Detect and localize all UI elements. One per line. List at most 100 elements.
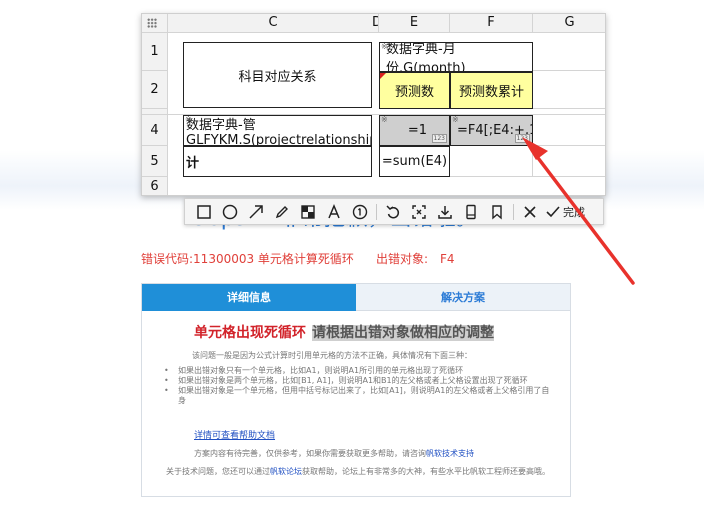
text-tool-button[interactable] — [321, 201, 347, 223]
cell-e1-text: 数据字典-月份.G(month) — [386, 42, 466, 72]
cause-list: 如果出错对象只有一个单元格，比如A1，则说明A1所引用的单元格出现了死循环 如果… — [164, 366, 554, 406]
list-item: 如果出错对象是一个单元格，但用中括号标记出来了，比如[A1]，则说明A1的左父格… — [164, 386, 554, 406]
row-header-6[interactable]: 6 — [142, 177, 168, 195]
confirm-button[interactable] — [543, 201, 563, 223]
close-icon — [524, 205, 536, 218]
forum-text-b: 获取帮助，论坛上有非常多的大神，有些水平比帆软工程师还要高哦。 — [302, 467, 550, 476]
row-6-cells[interactable] — [168, 177, 605, 195]
device-icon — [466, 204, 476, 219]
cell-f4[interactable]: ※ =F4[;E4:+,1] 123 — [450, 115, 533, 146]
ellipse-icon — [222, 204, 238, 219]
panel-intro: 该问题一般是因为公式计算时引用单元格的方法不正确，具体情况有下面三种： — [192, 351, 472, 360]
cancel-button[interactable] — [517, 201, 543, 223]
spreadsheet-snippet: C D E F G 1 2 4 5 6 科目对应关系 ※ 数据字典-月份.G(m… — [141, 13, 606, 196]
error-code: 错误代码:11300003 单元格计算死循环 — [141, 252, 354, 266]
column-header-d[interactable]: D — [372, 14, 379, 33]
cell-marker: ※ — [381, 42, 388, 51]
column-header-e[interactable]: E — [379, 14, 450, 33]
support-text: 方案内容有待完善，仅供参考，如果你需要获取更多帮助，请咨询 — [194, 449, 426, 458]
panel-tabs: 详细信息 解决方案 — [142, 284, 570, 311]
mosaic-tool-button[interactable] — [295, 201, 321, 223]
error-object-label: 出错对象: — [375, 252, 428, 266]
forum-link[interactable]: 帆软论坛 — [270, 467, 302, 476]
cell-g2[interactable] — [533, 71, 605, 109]
support-paragraph: 方案内容有待完善，仅供参考，如果你需要获取更多帮助，请咨询帆软技术支持 — [194, 448, 474, 459]
cell-c5[interactable]: 计 — [183, 146, 372, 177]
cell-e4-text: =1 — [407, 123, 427, 138]
pin-button[interactable] — [458, 201, 484, 223]
cell-e1[interactable]: ※ 数据字典-月份.G(month) — [379, 42, 533, 72]
cell-marker: ※ — [452, 115, 459, 124]
download-icon — [438, 205, 452, 219]
number-icon — [352, 204, 368, 219]
rectangle-icon — [197, 204, 211, 219]
undo-button[interactable] — [380, 201, 406, 223]
column-header-c[interactable]: C — [168, 14, 379, 33]
error-object-value: F4 — [439, 252, 455, 266]
row-header-2[interactable]: 2 — [142, 71, 168, 109]
cell-g1[interactable] — [533, 33, 605, 71]
cell-c4[interactable]: ※ 数据字典-管GLFYKM.S(projectrelationship) — [183, 115, 372, 146]
cell-e2[interactable]: 预测数 — [379, 72, 450, 109]
cell-c5-text: 计 — [186, 156, 200, 171]
cell-f2[interactable]: 预测数累计 — [450, 72, 533, 109]
comment-flag — [380, 73, 386, 79]
crop-icon — [412, 204, 426, 219]
download-button[interactable] — [432, 201, 458, 223]
cell-g5[interactable] — [533, 146, 605, 177]
pen-icon — [275, 205, 288, 218]
bookmark-icon — [492, 204, 502, 220]
sheet-corner[interactable] — [142, 14, 168, 33]
help-doc-link[interactable]: 详情可查看帮助文档 — [194, 428, 275, 441]
error-line: 错误代码:11300003 单元格计算死循环 出错对象: F4 — [141, 250, 455, 267]
error-detail-panel: 详细信息 解决方案 单元格出现死循环 请根据出错对象做相应的调整 该问题一般是因为… — [141, 283, 571, 497]
cell-c4-text: 数据字典-管GLFYKM.S(projectrelationship) — [186, 118, 372, 146]
tab-solution[interactable]: 解决方案 — [356, 284, 570, 311]
tech-support-link[interactable]: 帆软技术支持 — [426, 449, 474, 458]
text-icon — [328, 203, 340, 218]
arrow-tool-button[interactable] — [243, 201, 269, 223]
screen: Oops!!! 非常抱歉，出错啦。 错误代码:11300003 单元格计算死循环… — [0, 0, 704, 505]
arrow-icon — [249, 204, 263, 219]
forum-paragraph: 关于技术问题，您还可以通过帆软论坛获取帮助，论坛上有非常多的大神，有些水平比帆软… — [166, 466, 566, 477]
pen-tool-button[interactable] — [269, 201, 295, 223]
cell-e2-text: 预测数 — [394, 85, 434, 100]
toolbar-divider — [513, 203, 514, 220]
formula-badge: 123 — [514, 134, 530, 143]
cell-e5-text: =sum(E4) — [381, 154, 448, 169]
check-icon — [546, 205, 560, 217]
row-header-5[interactable]: 5 — [142, 146, 168, 177]
toolbar-divider — [376, 203, 377, 220]
panel-heading: 单元格出现死循环 请根据出错对象做相应的调整 — [194, 322, 494, 342]
grid-icon — [147, 18, 157, 28]
cell-marker: ※ — [381, 115, 388, 124]
list-item: 如果出错对象是两个单元格，比如[B1, A1]，则说明A1和B1的左父格或者上父… — [164, 376, 554, 386]
formula-badge: 123 — [431, 134, 447, 143]
cell-f5[interactable] — [450, 146, 533, 177]
cell-e4[interactable]: ※ =1 123 — [379, 115, 450, 146]
forum-text-a: 关于技术问题，您还可以通过 — [166, 467, 270, 476]
mosaic-icon — [301, 204, 315, 219]
bookmark-button[interactable] — [484, 201, 510, 223]
list-item: 如果出错对象只有一个单元格，比如A1，则说明A1所引用的单元格出现了死循环 — [164, 366, 554, 376]
cell-marker: ※ — [185, 115, 192, 124]
crop-button[interactable] — [406, 201, 432, 223]
cell-g4[interactable] — [533, 115, 605, 146]
screenshot-toolbar: 完成 — [184, 198, 604, 225]
cell-f2-text: 预测数累计 — [458, 85, 524, 100]
number-tool-button[interactable] — [347, 201, 373, 223]
cell-c1-text: 科目对应关系 — [238, 69, 317, 85]
column-header-f[interactable]: F — [450, 14, 533, 33]
undo-icon — [386, 204, 400, 218]
column-header-g[interactable]: G — [533, 14, 605, 33]
rect-tool-button[interactable] — [191, 201, 217, 223]
ellipse-tool-button[interactable] — [217, 201, 243, 223]
cell-c1-merged[interactable]: 科目对应关系 — [183, 42, 372, 108]
panel-heading-main: 单元格出现死循环 — [194, 325, 306, 341]
row-header-4[interactable]: 4 — [142, 115, 168, 146]
panel-heading-sub: 请根据出错对象做相应的调整 — [312, 325, 494, 341]
row-header-1[interactable]: 1 — [142, 33, 168, 71]
cell-e5[interactable]: =sum(E4) — [379, 146, 450, 177]
tab-details[interactable]: 详细信息 — [142, 284, 356, 311]
done-label[interactable]: 完成 — [563, 204, 585, 220]
